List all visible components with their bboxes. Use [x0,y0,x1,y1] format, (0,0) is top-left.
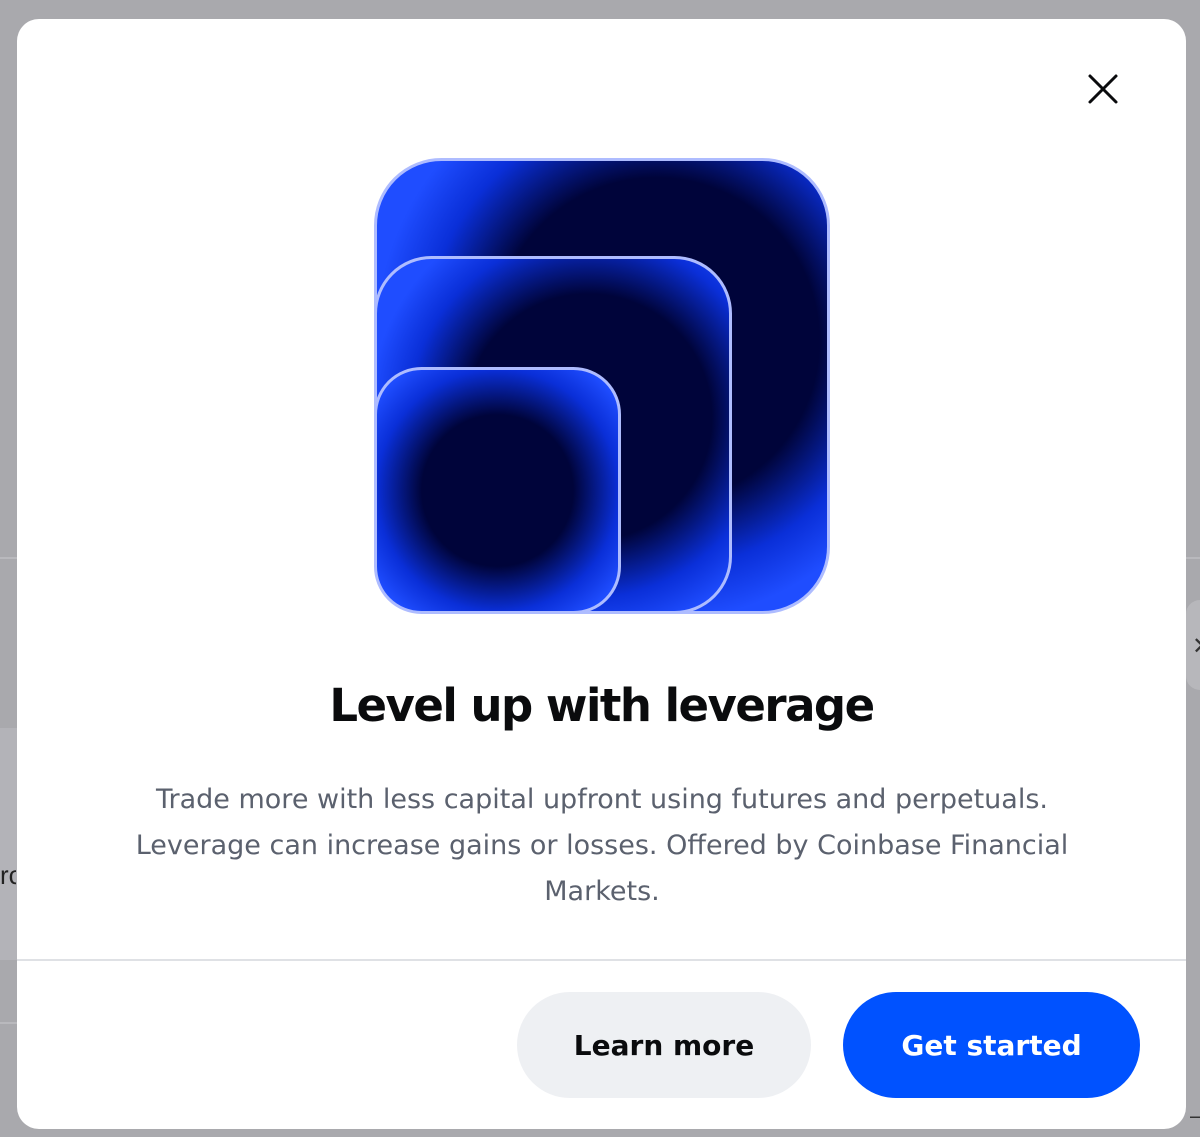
footer-divider [17,959,1186,961]
hero-square-small [374,367,621,614]
nested-squares-leverage-icon [374,158,830,614]
background-divider [1186,557,1200,559]
background-partial-text: – [1190,1103,1200,1129]
close-button[interactable] [1083,69,1123,109]
background-divider [0,1022,17,1024]
background-close-icon: ✕ [1186,600,1200,690]
background-partial-text: rc [0,860,16,890]
modal-description: Trade more with less capital upfront usi… [135,784,1069,907]
learn-more-button[interactable]: Learn more [517,992,811,1098]
get-started-button[interactable]: Get started [843,992,1140,1098]
background-panel [0,728,17,960]
leverage-modal: Level up with leverage Trade more with l… [17,19,1186,1129]
modal-title: Level up with leverage [329,679,875,732]
close-icon [1088,74,1118,104]
background-divider [0,557,17,559]
